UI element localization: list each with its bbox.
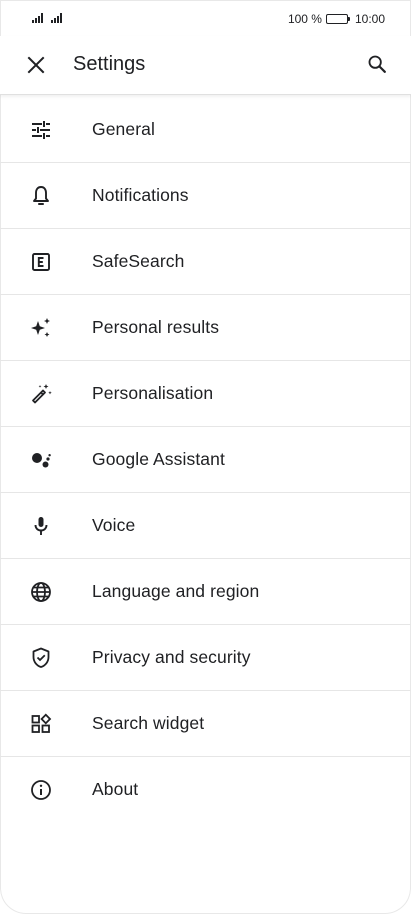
settings-item-privacy-security[interactable]: Privacy and security bbox=[0, 625, 411, 691]
settings-item-label: Personal results bbox=[92, 317, 220, 337]
settings-item-label: Google Assistant bbox=[92, 449, 225, 469]
settings-item-label: Personalisation bbox=[92, 383, 214, 403]
signal-strength-icon-1 bbox=[32, 13, 43, 23]
close-button[interactable] bbox=[20, 49, 52, 81]
clock: 10:00 bbox=[354, 12, 385, 26]
settings-item-search-widget[interactable]: Search widget bbox=[0, 691, 411, 757]
microphone-icon bbox=[28, 513, 54, 539]
explicit-icon bbox=[28, 249, 54, 275]
settings-list: General Notifications SafeSearch Persona… bbox=[0, 97, 411, 822]
settings-item-about[interactable]: About bbox=[0, 757, 411, 822]
settings-item-voice[interactable]: Voice bbox=[0, 493, 411, 559]
settings-item-general[interactable]: General bbox=[0, 97, 411, 163]
settings-screen: 100 % 10:00 Settings General Notificatio… bbox=[0, 0, 411, 914]
shield-check-icon bbox=[28, 645, 54, 671]
status-bar: 100 % 10:00 bbox=[0, 0, 411, 36]
globe-icon bbox=[28, 579, 54, 605]
app-bar: Settings bbox=[0, 36, 411, 95]
settings-item-notifications[interactable]: Notifications bbox=[0, 163, 411, 229]
settings-item-google-assistant[interactable]: Google Assistant bbox=[0, 427, 411, 493]
magic-wand-icon bbox=[28, 381, 54, 407]
assistant-icon bbox=[28, 447, 54, 473]
signal-strength-icon-2 bbox=[51, 13, 62, 23]
settings-item-label: SafeSearch bbox=[92, 251, 185, 271]
info-icon bbox=[28, 777, 54, 803]
settings-item-label: Search widget bbox=[92, 713, 205, 733]
status-right: 100 % 10:00 bbox=[288, 12, 385, 26]
settings-item-safesearch[interactable]: SafeSearch bbox=[0, 229, 411, 295]
settings-item-language-region[interactable]: Language and region bbox=[0, 559, 411, 625]
battery-icon bbox=[325, 14, 350, 24]
settings-item-label: General bbox=[92, 119, 155, 139]
settings-item-label: Notifications bbox=[92, 185, 189, 205]
tune-icon bbox=[28, 117, 54, 143]
widgets-icon bbox=[28, 711, 54, 737]
search-icon bbox=[368, 55, 386, 73]
search-button[interactable] bbox=[361, 48, 393, 80]
signal-indicators bbox=[32, 13, 62, 23]
page-title: Settings bbox=[73, 53, 146, 75]
close-icon bbox=[27, 56, 45, 74]
settings-item-label: Voice bbox=[92, 515, 136, 535]
settings-item-personal-results[interactable]: Personal results bbox=[0, 295, 411, 361]
settings-item-label: About bbox=[92, 779, 139, 799]
settings-item-personalisation[interactable]: Personalisation bbox=[0, 361, 411, 427]
settings-item-label: Privacy and security bbox=[92, 647, 251, 667]
battery-percent: 100 % bbox=[287, 12, 322, 26]
settings-item-label: Language and region bbox=[92, 581, 260, 601]
sparkle-icon bbox=[28, 315, 54, 341]
bell-icon bbox=[28, 183, 54, 209]
